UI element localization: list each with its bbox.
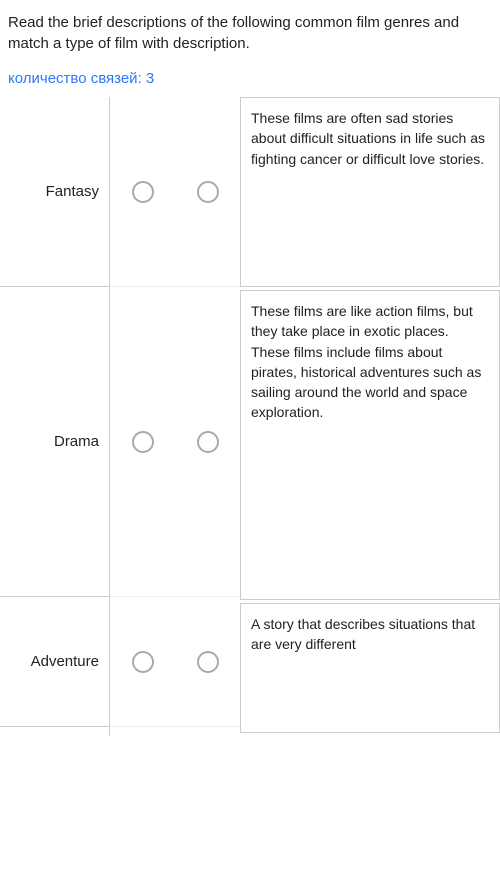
radio-right-2[interactable] bbox=[197, 431, 219, 453]
radio-pair-row3 bbox=[110, 597, 240, 727]
connections-count: количество связей: 3 bbox=[0, 64, 500, 97]
matching-area: Fantasy Drama Adventure These films are … bbox=[0, 97, 500, 736]
radio-pair-row2 bbox=[110, 287, 240, 597]
description-card-2: These films are like action films, but t… bbox=[240, 290, 500, 600]
right-column: These films are often sad stories about … bbox=[240, 97, 500, 736]
middle-column bbox=[110, 97, 240, 736]
radio-right-3[interactable] bbox=[197, 651, 219, 673]
radio-left-2[interactable] bbox=[132, 431, 154, 453]
description-card-1: These films are often sad stories about … bbox=[240, 97, 500, 287]
description-card-3: A story that describes situations that a… bbox=[240, 603, 500, 733]
radio-left-1[interactable] bbox=[132, 181, 154, 203]
genre-adventure: Adventure bbox=[0, 597, 109, 727]
genre-drama: Drama bbox=[0, 287, 109, 597]
radio-right-1[interactable] bbox=[197, 181, 219, 203]
left-column: Fantasy Drama Adventure bbox=[0, 97, 110, 736]
instructions-text: Read the brief descriptions of the follo… bbox=[0, 0, 500, 64]
radio-pair-row1 bbox=[110, 97, 240, 287]
radio-left-3[interactable] bbox=[132, 651, 154, 673]
genre-fantasy: Fantasy bbox=[0, 97, 109, 287]
